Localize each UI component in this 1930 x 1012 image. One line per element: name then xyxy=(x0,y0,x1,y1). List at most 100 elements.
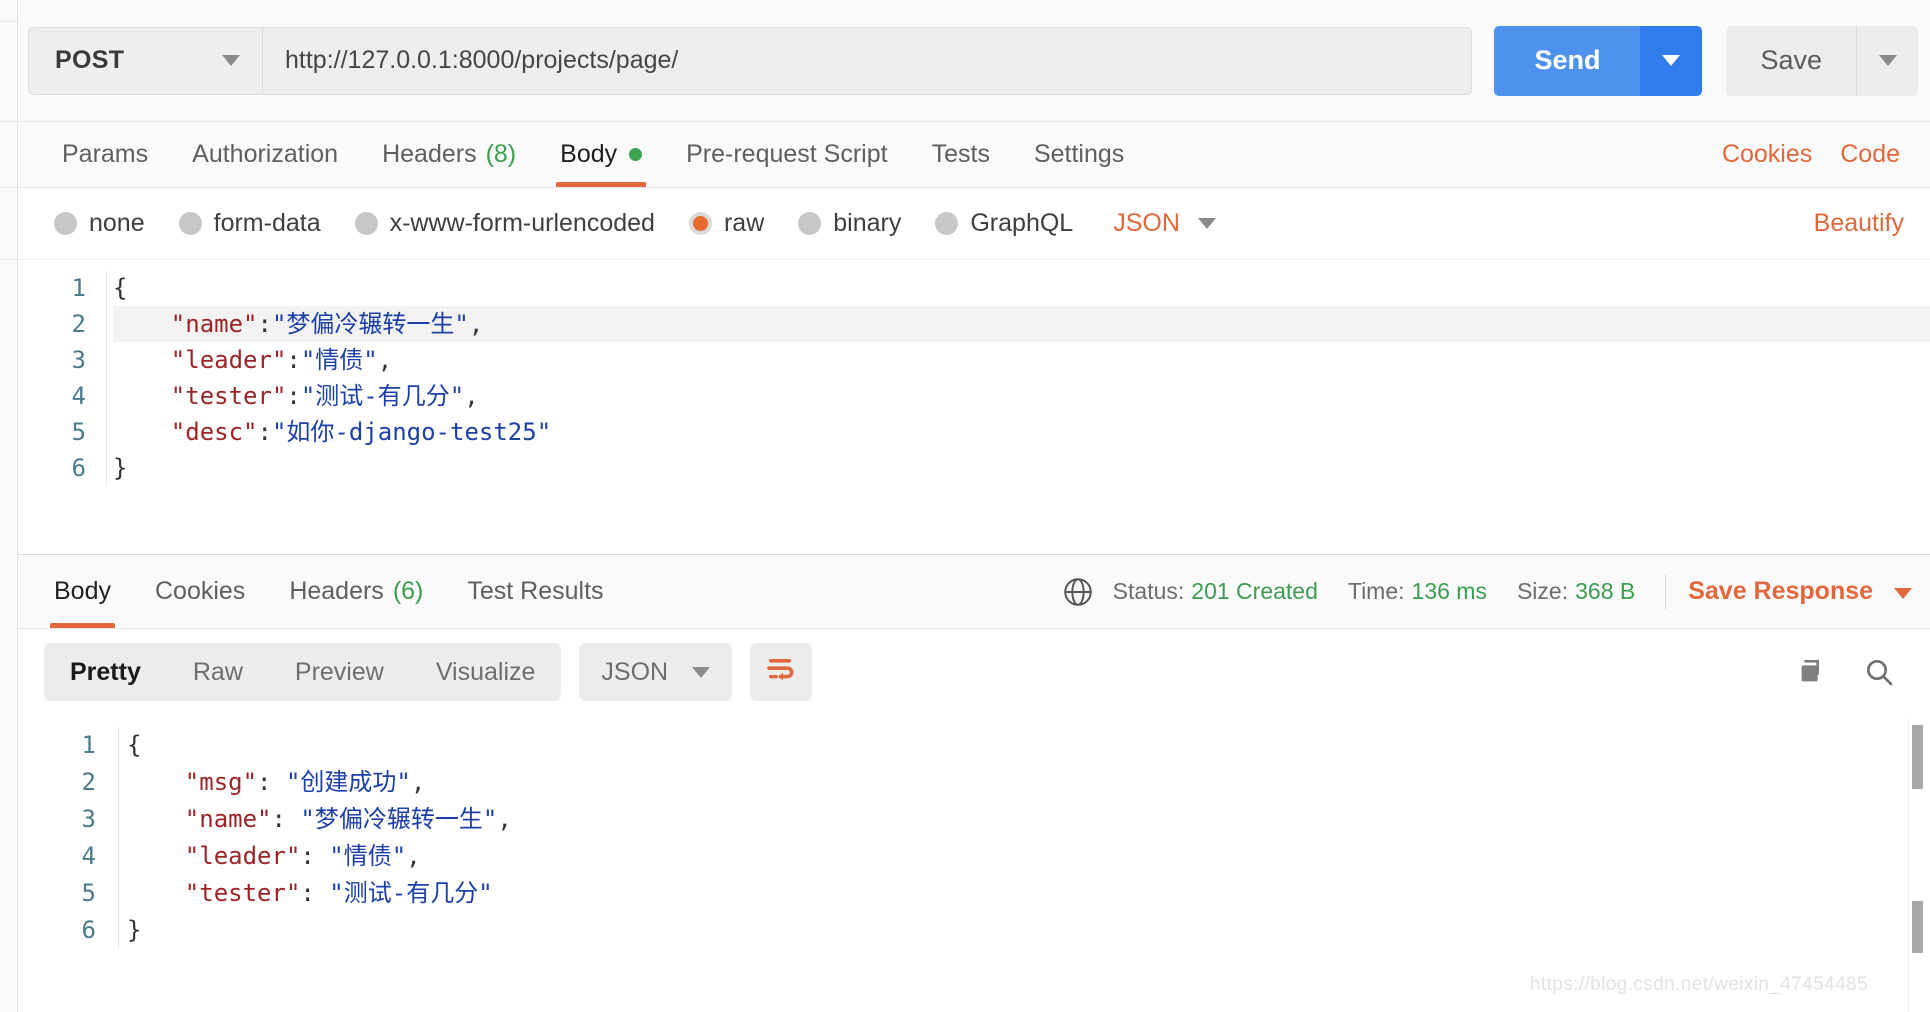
radio-icon xyxy=(354,212,378,235)
json-key: "desc" xyxy=(170,418,258,446)
response-body-viewer[interactable]: 1 2 3 4 5 6 { "msg": "创建成功", "name": "梦偏… xyxy=(18,715,1930,1012)
response-tab-test-results[interactable]: Test Results xyxy=(445,555,625,628)
beautify-button[interactable]: Beautify xyxy=(1814,209,1930,238)
body-type-form-data[interactable]: form-data xyxy=(178,209,321,238)
tab-settings[interactable]: Settings xyxy=(1012,122,1146,187)
code-line: { xyxy=(127,727,1930,764)
status-info: Status: 201 Created xyxy=(1113,578,1318,605)
code-punct: } xyxy=(113,454,128,482)
size-info: Size: 368 B xyxy=(1517,578,1635,605)
json-value: "测试-有几分" xyxy=(329,879,493,907)
request-body-code[interactable]: { "name":"梦偏冷辗转一生", "leader":"情债", "test… xyxy=(106,270,1930,486)
body-type-x-www-form-urlencoded[interactable]: x-www-form-urlencoded xyxy=(354,209,655,238)
tab-body[interactable]: Body xyxy=(538,122,664,187)
word-wrap-toggle[interactable] xyxy=(750,643,813,701)
request-url-bar: POST http://127.0.0.1:8000/projects/page… xyxy=(18,0,1930,122)
response-tab-headers[interactable]: Headers (6) xyxy=(267,555,445,628)
code-line: "leader":"情债", xyxy=(113,342,1930,378)
send-button[interactable]: Send xyxy=(1494,25,1641,96)
response-tab-cookies[interactable]: Cookies xyxy=(133,555,267,628)
body-type-label: raw xyxy=(723,209,765,237)
response-format-label: JSON xyxy=(601,657,669,686)
raw-format-label: JSON xyxy=(1113,209,1180,237)
tab-pre-request-script[interactable]: Pre-request Script xyxy=(664,122,909,187)
search-icon[interactable] xyxy=(1862,655,1896,689)
copy-icon[interactable] xyxy=(1794,655,1828,689)
main-pane: POST http://127.0.0.1:8000/projects/page… xyxy=(18,0,1930,1012)
json-key: "msg" xyxy=(184,768,258,796)
headers-count: (8) xyxy=(485,140,517,168)
view-mode-label: Raw xyxy=(192,657,243,686)
code-punct: : xyxy=(257,768,286,796)
scrollbar-thumb[interactable] xyxy=(1912,725,1923,789)
status-label: Status: xyxy=(1112,578,1185,604)
request-body-editor[interactable]: 1 2 3 4 5 6 { "name":"梦偏冷辗转一生", "leader"… xyxy=(18,260,1930,555)
code-line: "tester": "测试-有几分" xyxy=(127,875,1930,912)
response-format-select[interactable]: JSON xyxy=(579,643,733,701)
cookies-link[interactable]: Cookies xyxy=(1708,140,1826,169)
tab-label: Headers xyxy=(289,577,384,605)
view-mode-visualize[interactable]: Visualize xyxy=(410,643,562,701)
response-tabs: Body Cookies Headers (6) Test Results St… xyxy=(18,555,1930,629)
body-type-graphql[interactable]: GraphQL xyxy=(935,209,1073,238)
body-type-raw[interactable]: raw xyxy=(688,209,765,238)
response-headers-count: (6) xyxy=(392,577,424,605)
view-mode-raw[interactable]: Raw xyxy=(167,643,269,701)
code-link[interactable]: Code xyxy=(1826,140,1914,169)
time-value: 136 ms xyxy=(1411,578,1487,604)
body-type-none[interactable]: none xyxy=(54,209,145,238)
save-response-button[interactable]: Save Response xyxy=(1688,577,1912,606)
raw-format-select[interactable]: JSON xyxy=(1113,209,1216,238)
size-value: 368 B xyxy=(1575,578,1636,604)
tab-tests[interactable]: Tests xyxy=(910,122,1012,187)
response-scrollbar[interactable] xyxy=(1908,719,1923,1012)
code-line: "msg": "创建成功", xyxy=(127,764,1930,801)
body-type-row: none form-data x-www-form-urlencoded raw… xyxy=(18,188,1930,260)
line-number: 1 xyxy=(81,731,96,759)
send-options-button[interactable] xyxy=(1640,25,1703,96)
json-value: "梦偏冷辗转一生" xyxy=(300,805,498,833)
tab-params[interactable]: Params xyxy=(40,122,170,187)
word-wrap-icon xyxy=(766,657,796,688)
code-punct: : xyxy=(300,842,330,870)
body-present-dot-icon xyxy=(629,148,643,161)
tab-label: Tests xyxy=(931,140,990,168)
scrollbar-thumb[interactable] xyxy=(1912,901,1923,953)
code-punct: , xyxy=(468,310,484,338)
response-actions xyxy=(1794,655,1908,689)
response-tab-body[interactable]: Body xyxy=(32,555,133,628)
body-type-binary[interactable]: binary xyxy=(798,209,901,238)
code-punct: : xyxy=(300,879,330,907)
code-punct: : xyxy=(271,805,301,833)
body-type-label: binary xyxy=(833,209,902,237)
code-line: } xyxy=(127,912,1930,949)
code-line: "leader": "情债", xyxy=(127,838,1930,875)
line-number: 4 xyxy=(81,842,96,870)
view-mode-preview[interactable]: Preview xyxy=(269,643,410,701)
tab-authorization[interactable]: Authorization xyxy=(170,122,360,187)
view-mode-pretty[interactable]: Pretty xyxy=(44,643,167,701)
http-method-select[interactable]: POST xyxy=(28,26,263,95)
save-options-button[interactable] xyxy=(1856,25,1918,96)
http-method-label: POST xyxy=(55,46,125,74)
line-number: 1 xyxy=(71,274,86,302)
save-button[interactable]: Save xyxy=(1726,25,1856,96)
line-number: 5 xyxy=(81,879,96,907)
code-punct: } xyxy=(127,916,142,944)
chevron-down-icon xyxy=(222,55,240,66)
tab-label: Body xyxy=(560,140,618,168)
response-line-numbers: 1 2 3 4 5 6 xyxy=(18,727,118,949)
json-key: "leader" xyxy=(184,842,301,870)
tab-label: Params xyxy=(62,140,149,168)
json-key: "leader" xyxy=(170,346,287,374)
code-punct: , xyxy=(464,382,479,410)
chevron-down-icon xyxy=(692,666,711,678)
chevron-down-icon xyxy=(1197,218,1216,229)
url-input[interactable]: http://127.0.0.1:8000/projects/page/ xyxy=(263,26,1473,95)
line-number: 3 xyxy=(81,805,96,833)
tab-headers[interactable]: Headers (8) xyxy=(360,122,538,187)
divider xyxy=(1665,573,1667,610)
radio-icon xyxy=(178,212,202,235)
json-key: "name" xyxy=(184,805,272,833)
tab-label: Headers xyxy=(382,140,477,168)
